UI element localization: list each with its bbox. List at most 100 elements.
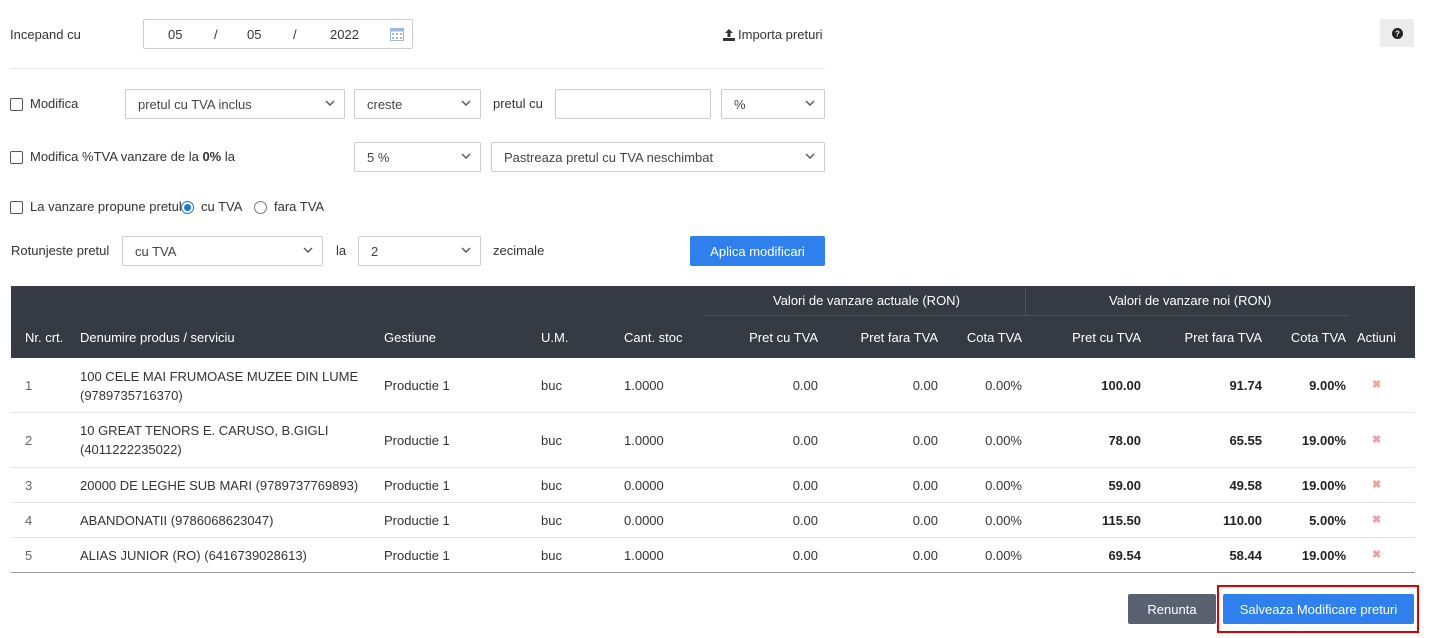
row-new-cota[interactable]: 5.00% [1309, 513, 1346, 528]
cu-tva-radio[interactable] [181, 201, 194, 214]
col-actual-pret-cu[interactable]: Pret cu TVA [749, 330, 818, 345]
apply-changes-button[interactable]: Aplica modificari [690, 236, 825, 266]
upload-icon [723, 28, 735, 41]
row-new-cota[interactable]: 19.00% [1302, 433, 1346, 448]
product-code: (9789735716370) [80, 388, 183, 403]
row-stoc: 0.0000 [624, 478, 664, 493]
row-new-pret-fara[interactable]: 110.00 [1223, 513, 1262, 528]
date-year: 2022 [330, 27, 359, 42]
table-row[interactable] [11, 413, 1415, 468]
chevron-down-icon [805, 100, 815, 106]
delete-icon[interactable]: ✖ [1372, 478, 1381, 491]
modifica-label: Modifica [30, 96, 79, 111]
row-actual-pret-fara: 0.00 [912, 478, 938, 493]
row-um: buc [541, 433, 562, 448]
table-row[interactable] [11, 359, 1415, 413]
col-stoc[interactable]: Cant. stoc [624, 330, 683, 345]
row-new-pret-cu[interactable]: 59.00 [1108, 478, 1141, 493]
row-nr: 2 [25, 433, 33, 448]
row-um: buc [541, 548, 562, 563]
row-actual-cota: 0.00% [985, 478, 1022, 493]
group-divider [704, 315, 1348, 316]
direction-value: creste [367, 96, 403, 112]
price-type-select[interactable]: pretul cu TVA inclus [125, 89, 345, 119]
cancel-button[interactable]: Renunta [1128, 594, 1216, 624]
row-gestiune: Productie 1 [384, 478, 450, 493]
row-actual-cota: 0.00% [985, 548, 1022, 563]
product-name: 100 CELE MAI FRUMOASE MUZEE DIN LUME [80, 369, 359, 384]
row-um: buc [541, 378, 562, 393]
delete-icon[interactable]: ✖ [1372, 378, 1381, 391]
tva-target-select[interactable]: 5 % [354, 142, 481, 172]
row-actual-pret-cu: 0.00 [792, 478, 818, 493]
row-gestiune: Productie 1 [384, 378, 450, 393]
product-code: (4011222235022) [80, 442, 182, 457]
col-gestiune[interactable]: Gestiune [384, 330, 436, 345]
row-new-pret-cu[interactable]: 115.50 [1102, 513, 1141, 528]
col-new-cota[interactable]: Cota TVA [1291, 330, 1346, 345]
direction-select[interactable]: creste [354, 89, 481, 119]
row-new-pret-cu[interactable]: 69.54 [1108, 548, 1141, 563]
row-new-pret-cu[interactable]: 100.00 [1101, 378, 1141, 393]
row-nr: 3 [25, 478, 33, 493]
delete-icon[interactable]: ✖ [1372, 433, 1381, 446]
help-button[interactable]: ? [1380, 19, 1414, 47]
date-day: 05 [168, 27, 183, 42]
row-actual-cota: 0.00% [985, 378, 1022, 393]
calendar-icon[interactable] [390, 27, 404, 41]
modifica-tva-label: Modifica %TVA vanzare de la 0% la [30, 149, 235, 164]
row-new-pret-fara[interactable]: 49.58 [1229, 478, 1262, 493]
col-um[interactable]: U.M. [541, 330, 568, 345]
modifica-checkbox[interactable] [10, 98, 23, 111]
fara-tva-radio[interactable] [254, 201, 267, 214]
row-new-pret-fara[interactable]: 58.44 [1229, 548, 1262, 563]
import-prices-label: Importa preturi [738, 27, 823, 42]
delete-icon[interactable]: ✖ [1372, 513, 1381, 526]
row-new-pret-fara[interactable]: 65.55 [1229, 433, 1262, 448]
col-new-pret-fara[interactable]: Pret fara TVA [1184, 330, 1262, 345]
row-new-pret-cu[interactable]: 78.00 [1108, 433, 1141, 448]
row-actual-pret-cu: 0.00 [792, 433, 818, 448]
row-actual-cota: 0.00% [985, 433, 1022, 448]
col-actual-pret-fara[interactable]: Pret fara TVA [860, 330, 938, 345]
rounding-mode-value: cu TVA [135, 243, 177, 259]
row-new-cota[interactable]: 19.00% [1302, 478, 1346, 493]
row-actual-pret-cu: 0.00 [792, 548, 818, 563]
change-value-input[interactable] [555, 89, 711, 119]
la-label: la [336, 243, 347, 258]
date-separator: / [214, 27, 218, 42]
save-prices-button[interactable]: Salveaza Modificare preturi [1223, 594, 1414, 624]
row-new-pret-fara[interactable]: 91.74 [1229, 378, 1262, 393]
row-gestiune: Productie 1 [384, 548, 450, 563]
tva-mode-select[interactable]: Pastreaza pretul cu TVA neschimbat [491, 142, 825, 172]
start-date-label: Incepand cu [10, 27, 81, 42]
rounding-mode-select[interactable]: cu TVA [122, 236, 323, 266]
row-new-cota[interactable]: 19.00% [1302, 548, 1346, 563]
row-divider [11, 572, 1415, 573]
tva-mode-value: Pastreaza pretul cu TVA neschimbat [504, 149, 714, 165]
import-prices-link[interactable]: Importa preturi [723, 27, 823, 42]
decimals-select[interactable]: 2 [358, 236, 481, 266]
col-actual-cota[interactable]: Cota TVA [967, 330, 1022, 345]
col-nr[interactable]: Nr. crt. [25, 330, 63, 345]
col-denumire[interactable]: Denumire produs / serviciu [80, 330, 235, 345]
row-stoc: 1.0000 [624, 548, 664, 563]
cu-tva-label: cu TVA [201, 199, 243, 214]
chevron-down-icon [325, 100, 335, 106]
start-date-input[interactable]: 05 / 05 / 2022 [143, 19, 413, 49]
row-actual-pret-cu: 0.00 [792, 378, 818, 393]
fara-tva-label: fara TVA [274, 199, 325, 214]
unit-select[interactable]: % [721, 89, 825, 119]
product-name: 20000 DE LEGHE SUB MARI (9789737769893) [80, 478, 359, 493]
row-nr: 5 [25, 548, 33, 563]
group-header-actual: Valori de vanzare actuale (RON) [773, 293, 960, 308]
row-new-cota[interactable]: 9.00% [1309, 378, 1346, 393]
col-new-pret-cu[interactable]: Pret cu TVA [1072, 330, 1141, 345]
zecimale-label: zecimale [493, 243, 545, 258]
propune-checkbox[interactable] [10, 201, 23, 214]
chevron-down-icon [461, 247, 471, 253]
modifica-tva-checkbox[interactable] [10, 151, 23, 164]
delete-icon[interactable]: ✖ [1372, 548, 1381, 561]
row-actual-pret-fara: 0.00 [912, 548, 938, 563]
chevron-down-icon [805, 153, 815, 159]
